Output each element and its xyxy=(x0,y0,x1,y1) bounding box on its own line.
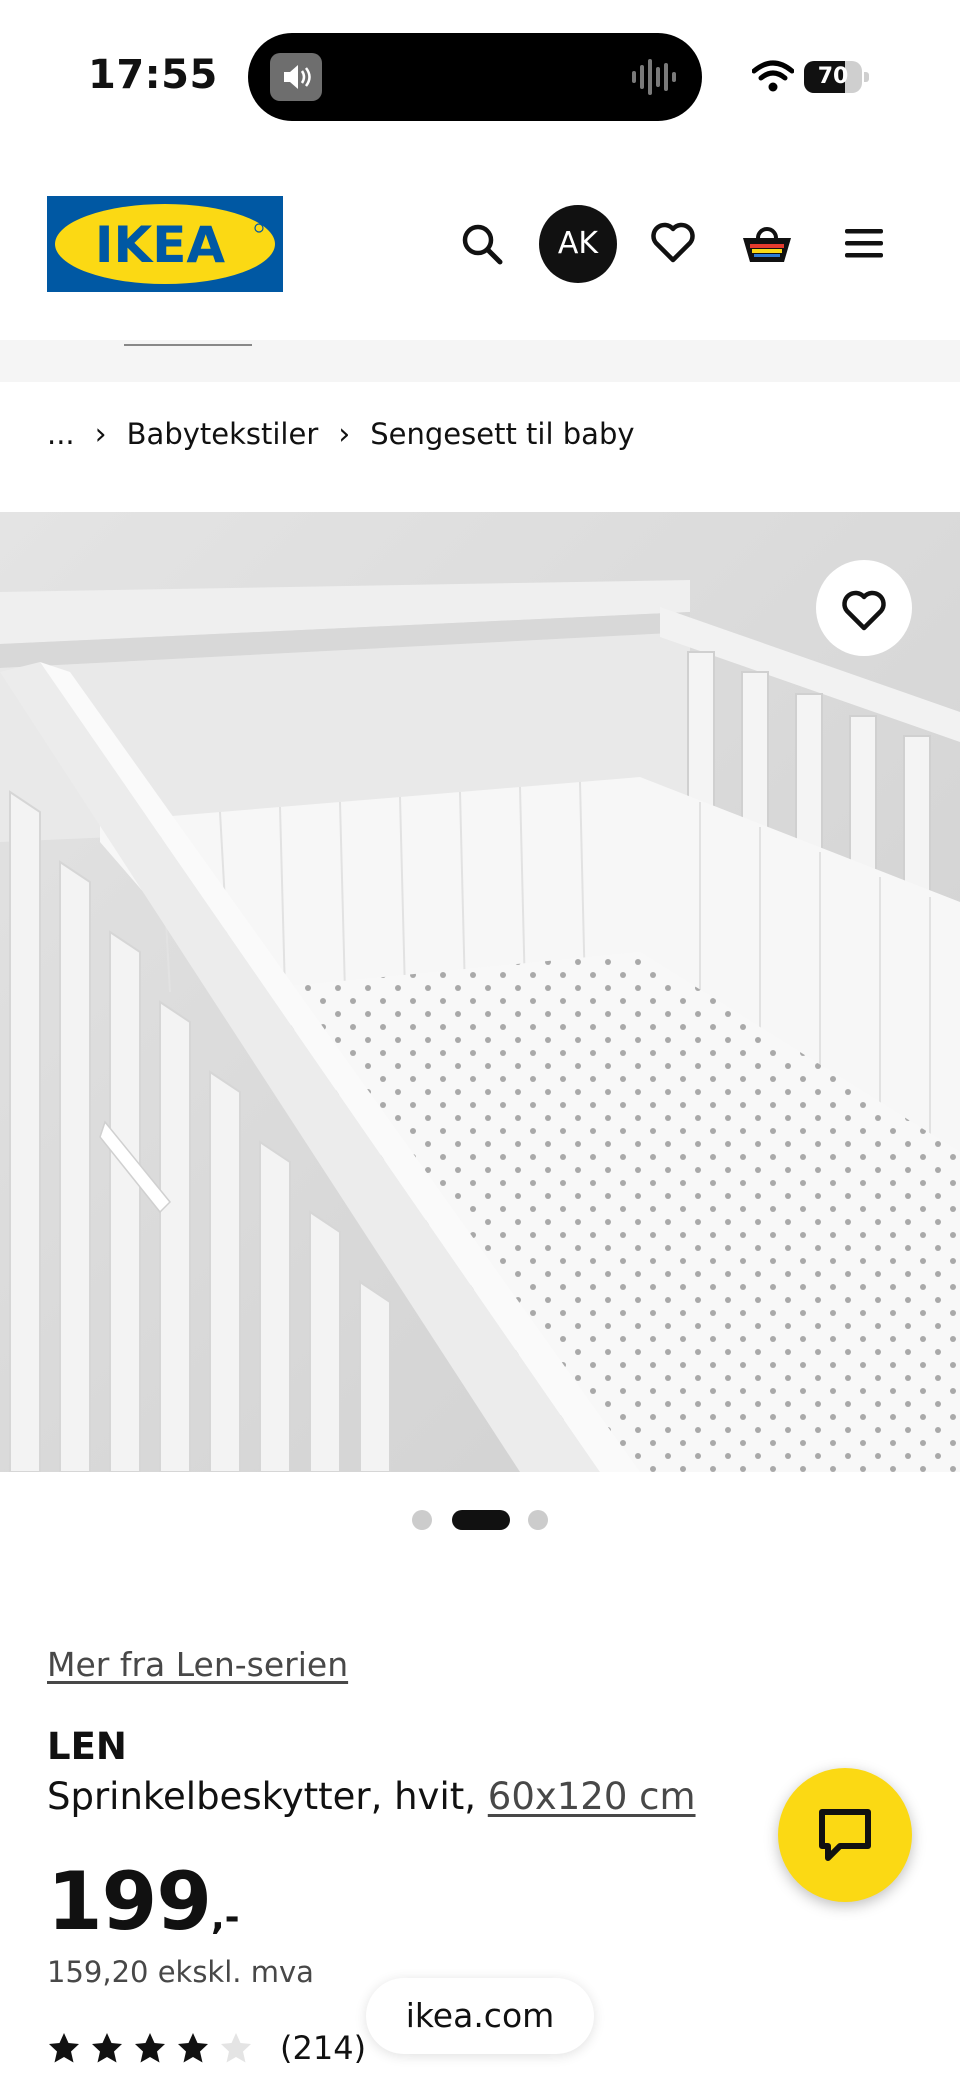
heart-icon[interactable] xyxy=(650,220,696,270)
battery-level: 70 xyxy=(817,64,849,89)
save-favourite-button[interactable] xyxy=(816,560,912,656)
series-link[interactable]: Mer fra Len-serien xyxy=(47,1645,348,1684)
breadcrumb-ellipsis[interactable]: ... xyxy=(47,417,75,451)
site-header: IKEA AK xyxy=(0,150,960,340)
price-integer: 199 xyxy=(47,1855,212,1948)
breadcrumb-item-babytekstiler[interactable]: Babytekstiler xyxy=(127,417,319,451)
carousel-dot[interactable] xyxy=(412,1510,432,1530)
product-price: 199,- xyxy=(47,1855,240,1948)
carousel-dot[interactable] xyxy=(528,1510,548,1530)
star-filled-icon xyxy=(135,2033,165,2063)
product-description: Sprinkelbeskytter, hvit, 60x120 cm xyxy=(47,1775,696,1818)
audio-waveform-icon xyxy=(630,55,680,99)
browser-url-pill[interactable]: ikea.com xyxy=(366,1978,594,2054)
price-ex-vat: 159,20 ekskl. mva xyxy=(47,1955,314,1989)
product-name: LEN xyxy=(47,1725,127,1768)
star-filled-icon xyxy=(49,2033,79,2063)
wifi-icon xyxy=(751,60,795,92)
star-filled-icon xyxy=(178,2033,208,2063)
carousel-dot-active[interactable] xyxy=(452,1510,510,1530)
collapsed-notice-strip xyxy=(0,340,960,382)
star-empty-icon xyxy=(221,2033,251,2063)
status-time: 17:55 xyxy=(88,52,218,98)
breadcrumb-item-sengesett[interactable]: Sengesett til baby xyxy=(370,417,634,451)
size-link[interactable]: 60x120 cm xyxy=(488,1775,696,1818)
chat-button[interactable] xyxy=(778,1768,912,1902)
review-count[interactable]: (214) xyxy=(280,2029,366,2067)
status-bar: 17:55 70 xyxy=(0,0,960,150)
account-avatar[interactable]: AK xyxy=(539,205,617,283)
product-image[interactable] xyxy=(0,512,960,1472)
menu-icon[interactable] xyxy=(843,224,885,266)
chat-bubble-icon xyxy=(819,1809,871,1861)
ikea-logo[interactable]: IKEA xyxy=(47,196,283,292)
product-description-text: Sprinkelbeskytter, hvit, xyxy=(47,1775,477,1818)
cutoff-link-underline xyxy=(124,344,252,346)
svg-text:IKEA: IKEA xyxy=(95,216,226,274)
breadcrumb: ... › Babytekstiler › Sengesett til baby xyxy=(47,410,635,458)
basket-icon[interactable] xyxy=(740,220,794,272)
battery-indicator: 70 xyxy=(804,61,869,93)
speaker-icon xyxy=(270,53,322,101)
product-rating[interactable]: (214) xyxy=(47,2028,366,2068)
star-filled-icon xyxy=(92,2033,122,2063)
chevron-right-icon: › xyxy=(94,416,107,452)
price-decimal: ,- xyxy=(211,1897,240,1938)
search-icon[interactable] xyxy=(460,222,504,270)
dynamic-island xyxy=(248,33,702,121)
chevron-right-icon: › xyxy=(338,416,351,452)
